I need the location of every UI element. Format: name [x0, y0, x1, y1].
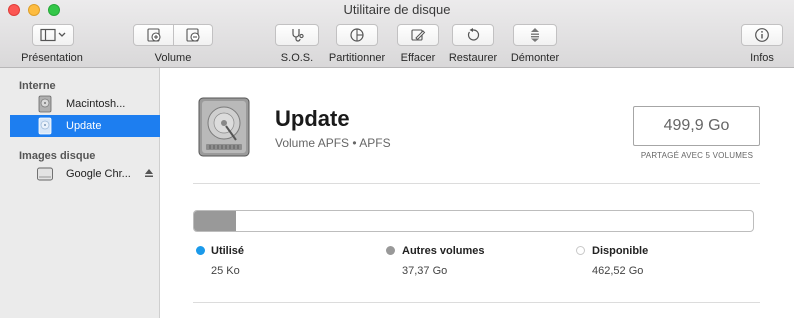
first-aid-label: S.O.S. — [280, 52, 314, 64]
internal-section-header: Interne — [19, 80, 56, 92]
volume-name: Update — [275, 106, 350, 131]
remove-volume-button[interactable] — [174, 24, 213, 46]
presentation-button[interactable] — [32, 24, 74, 46]
sidebar-item-label: Google Chr... — [66, 168, 131, 180]
volume-label: Volume — [154, 52, 192, 64]
used-legend-value: 25 Ko — [211, 265, 240, 277]
info-button[interactable] — [741, 24, 783, 46]
add-volume-icon — [146, 28, 161, 42]
erase-label: Effacer — [400, 52, 436, 64]
sidebar-item-update[interactable]: Update — [10, 115, 160, 137]
available-legend-dot — [576, 246, 585, 255]
shared-volumes-note: PARTAGÉ AVEC 5 VOLUMES — [640, 151, 754, 160]
other-volumes-legend-value: 37,37 Go — [402, 265, 448, 277]
available-legend-label: Disponible — [592, 245, 649, 257]
first-aid-button[interactable] — [275, 24, 319, 46]
sidebar: Interne Macintosh... Update Images disqu… — [0, 68, 160, 318]
presentation-label: Présentation — [21, 52, 83, 64]
remove-volume-icon — [186, 28, 200, 42]
info-label: Infos — [750, 52, 774, 64]
hard-disk-icon — [198, 97, 250, 157]
unmount-button[interactable] — [513, 24, 557, 46]
used-legend-dot — [196, 246, 205, 255]
divider-top — [193, 183, 760, 184]
unmount-icon — [531, 28, 539, 42]
usage-bar — [193, 210, 754, 232]
sidebar-item-macintosh[interactable]: Macintosh... — [10, 93, 160, 115]
disk-images-section-header: Images disque — [19, 150, 96, 162]
partition-button[interactable] — [336, 24, 378, 46]
restore-arrow-icon — [467, 28, 480, 41]
info-icon — [755, 28, 769, 42]
erase-button[interactable] — [397, 24, 439, 46]
sidebar-item-label: Macintosh... — [66, 98, 126, 110]
other-volumes-legend-label: Autres volumes — [402, 245, 485, 257]
disk-image-icon — [37, 167, 53, 181]
add-volume-button[interactable] — [133, 24, 174, 46]
restore-label: Restaurer — [448, 52, 498, 64]
erase-pencil-icon — [411, 29, 426, 41]
sidebar-item-label: Update — [66, 120, 102, 132]
eject-icon[interactable] — [144, 168, 154, 178]
toolbar: Utilitaire de disque Présentation Volume — [0, 0, 794, 68]
sidebar-item-google-chrome[interactable]: Google Chr... — [10, 163, 160, 185]
other-volumes-legend-dot — [386, 246, 395, 255]
partition-pie-icon — [350, 28, 364, 42]
divider-bottom — [193, 302, 760, 303]
volume-detail-pane: Update Volume APFS • APFS 499,9 Go PARTA… — [160, 68, 794, 318]
sidebar-icon — [40, 28, 66, 42]
stethoscope-icon — [292, 29, 304, 42]
capacity-box: 499,9 Go — [633, 106, 760, 146]
volume-disk-icon — [38, 117, 52, 135]
restore-button[interactable] — [452, 24, 494, 46]
unmount-label: Démonter — [510, 52, 560, 64]
usage-bar-other-volumes — [194, 211, 236, 231]
available-legend-value: 462,52 Go — [592, 265, 644, 277]
volume-format: Volume APFS • APFS — [275, 136, 391, 150]
capacity-value: 499,9 Go — [663, 117, 730, 134]
used-legend-label: Utilisé — [211, 245, 245, 257]
window-title: Utilitaire de disque — [343, 2, 451, 17]
internal-disk-icon — [38, 95, 52, 113]
partition-label: Partitionner — [328, 52, 386, 64]
